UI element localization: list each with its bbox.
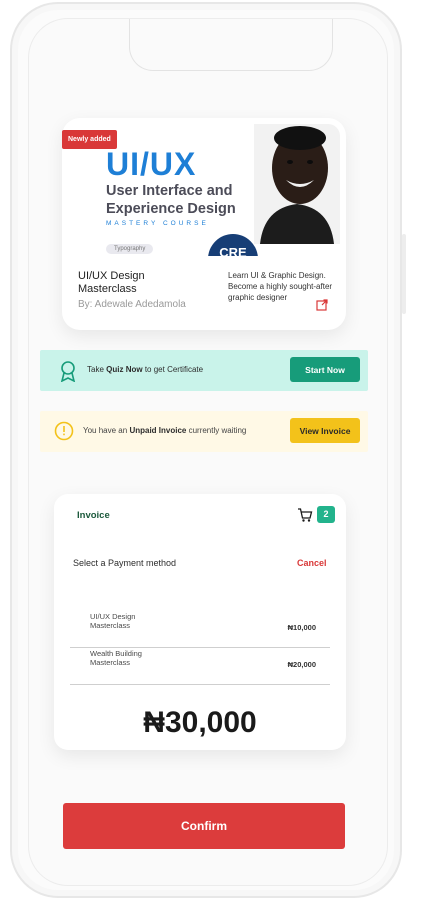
invoice-line-item: Wealth Building Masterclass ₦20,000 [70,649,330,685]
payment-method-label[interactable]: Select a Payment method [73,558,176,568]
quiz-message: Take Quiz Now to get Certificate [87,365,203,374]
certificate-seal: CRE [208,234,258,256]
banner-tag: Typography [106,244,154,254]
quiz-message-suffix: to get Certificate [144,365,204,374]
line-item-price: ₦20,000 [287,660,316,669]
line-item-price: ₦10,000 [287,623,316,632]
newly-added-badge: Newly added [62,130,117,149]
phone-notch [129,19,333,71]
award-ribbon-icon [60,361,76,382]
phone-side-button [402,234,406,314]
course-author: By: Adewale Adedamola [78,299,186,310]
banner-caption: MASTERY COURSE [106,220,209,227]
view-invoice-button[interactable]: View Invoice [290,418,360,443]
invoice-title: Invoice [77,510,110,521]
banner-title: UI/UX [106,146,197,182]
invoice-line-item: UI/UX Design Masterclass ₦10,000 [70,612,330,648]
invoice-message-prefix: You have an [83,426,128,435]
invoice-card: Invoice 2 Select a Payment method Cancel… [54,494,346,750]
confirm-button[interactable]: Confirm [63,803,345,849]
invoice-message: You have an Unpaid Invoice currently wai… [83,426,246,435]
external-link-icon[interactable] [316,299,328,311]
invoice-total: ₦30,000 [143,706,257,739]
unpaid-invoice-banner: You have an Unpaid Invoice currently wai… [40,411,368,452]
info-circle-icon [54,421,74,441]
banner-subtitle: User Interface and Experience Design [106,183,236,217]
cancel-link[interactable]: Cancel [297,558,327,568]
line-item-name: Wealth Building Masterclass [90,649,142,667]
quiz-message-prefix: Take [87,365,104,374]
invoice-message-suffix: currently waiting [188,426,247,435]
course-name: UI/UX Design Masterclass [78,270,145,295]
line-item-name: UI/UX Design Masterclass [90,612,136,630]
quiz-certificate-banner: Take Quiz Now to get Certificate Start N… [40,350,368,391]
cart-count-badge: 2 [317,506,335,523]
invoice-message-bold: Unpaid Invoice [129,426,187,435]
cart-icon[interactable] [297,507,313,523]
start-now-button[interactable]: Start Now [290,357,360,382]
instructor-portrait [254,124,340,244]
course-card[interactable]: UI/UX User Interface and Experience Desi… [62,118,346,330]
quiz-message-bold: Quiz Now [106,365,143,374]
